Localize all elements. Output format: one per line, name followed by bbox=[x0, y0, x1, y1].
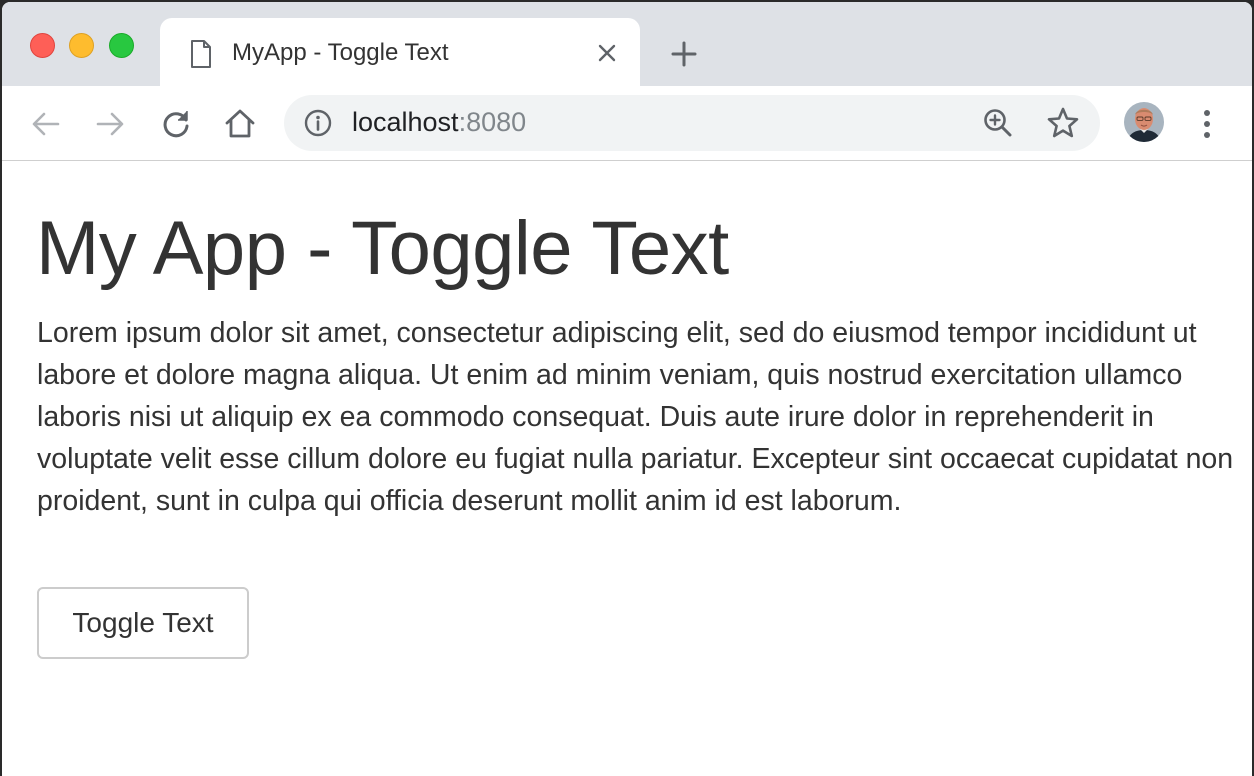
reload-icon[interactable] bbox=[158, 106, 194, 142]
profile-avatar[interactable] bbox=[1124, 102, 1164, 142]
minimize-window-button[interactable] bbox=[69, 33, 94, 58]
browser-toolbar: localhost:8080 bbox=[2, 86, 1252, 161]
close-window-button[interactable] bbox=[30, 33, 55, 58]
page-title: My App - Toggle Text bbox=[36, 206, 729, 291]
tab-strip: MyApp - Toggle Text bbox=[2, 2, 1252, 86]
arrow-right-icon[interactable] bbox=[92, 106, 128, 142]
page-content: My App - Toggle Text Lorem ipsum dolor s… bbox=[2, 161, 1252, 776]
zoom-window-button[interactable] bbox=[109, 33, 134, 58]
page-icon bbox=[190, 40, 212, 68]
arrow-left-icon[interactable] bbox=[28, 106, 64, 142]
lorem-paragraph: Lorem ipsum dolor sit amet, consectetur … bbox=[37, 317, 1234, 517]
url-host: localhost bbox=[352, 107, 459, 137]
kebab-menu-icon[interactable] bbox=[1192, 106, 1222, 142]
toggle-text-button[interactable]: Toggle Text bbox=[37, 587, 249, 659]
browser-tab[interactable]: MyApp - Toggle Text bbox=[160, 18, 640, 86]
plus-icon[interactable] bbox=[668, 38, 700, 70]
close-icon[interactable] bbox=[596, 42, 618, 64]
zoom-in-icon[interactable] bbox=[982, 107, 1014, 139]
browser-window: MyApp - Toggle Text localhost:8080 My Ap… bbox=[2, 2, 1252, 776]
tab-title: MyApp - Toggle Text bbox=[232, 39, 449, 66]
star-icon[interactable] bbox=[1046, 106, 1080, 140]
url-port: :8080 bbox=[458, 107, 527, 137]
home-icon[interactable] bbox=[222, 106, 258, 142]
info-icon[interactable] bbox=[304, 109, 332, 137]
url-text: localhost:8080 bbox=[352, 107, 526, 138]
address-bar[interactable]: localhost:8080 bbox=[284, 95, 1100, 151]
